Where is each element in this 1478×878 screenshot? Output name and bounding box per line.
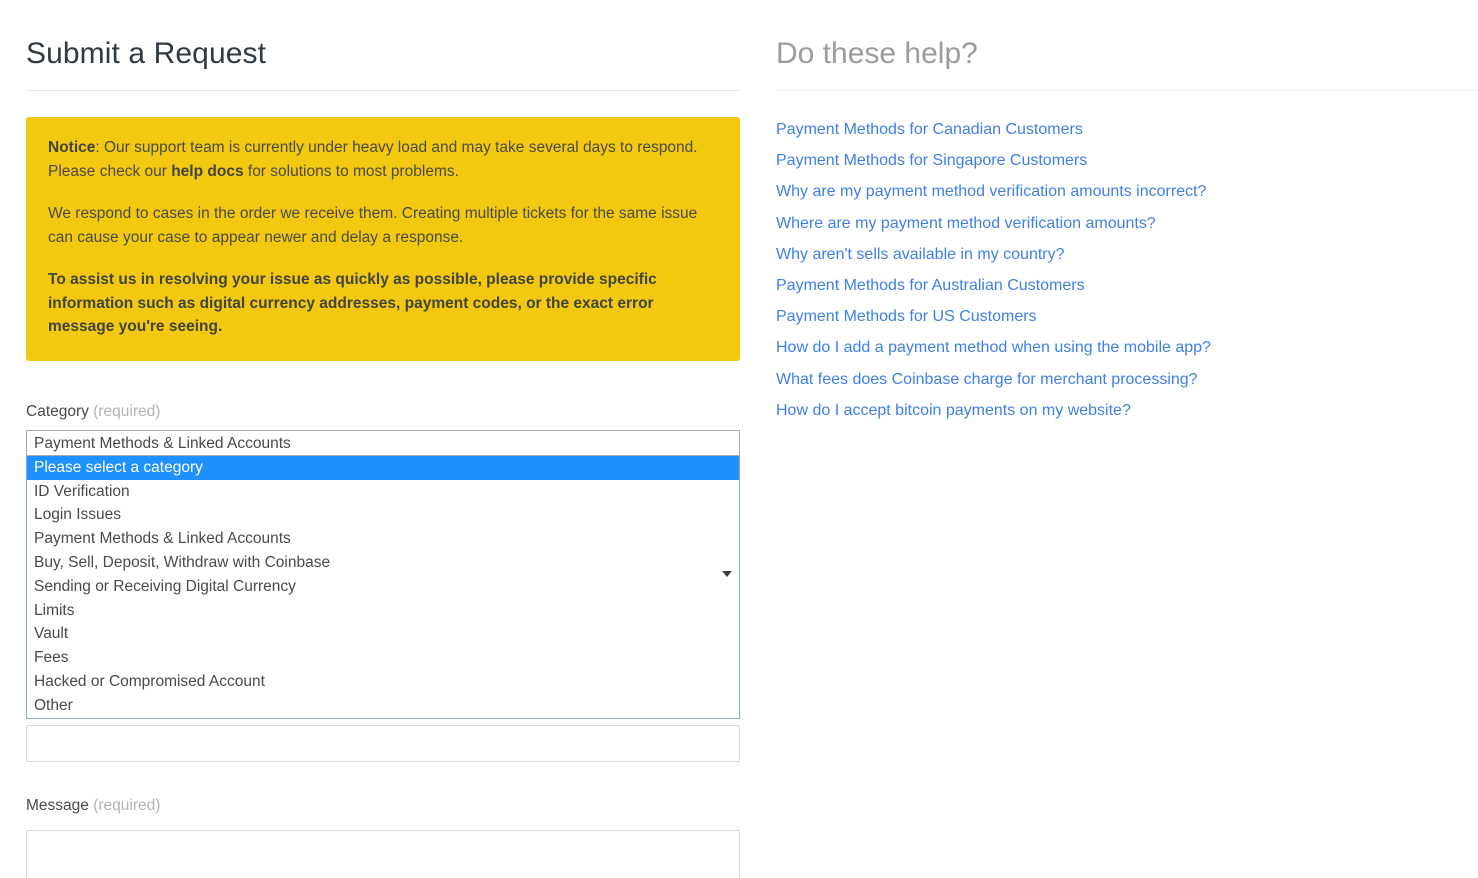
notice-paragraph-2: We respond to cases in the order we rece… (48, 205, 698, 246)
aside-title: Do these help? (776, 37, 978, 70)
message-label: Message (required) (26, 797, 740, 815)
notice-paragraph-3: To assist us in resolving your issue as … (48, 271, 657, 336)
help-article-link[interactable]: Payment Methods for Singapore Customers (776, 145, 1087, 176)
option-item[interactable]: Vault (27, 622, 739, 646)
list-item: Why are my payment method verification a… (776, 176, 1478, 207)
list-item: Payment Methods for US Customers (776, 301, 1478, 332)
help-article-link[interactable]: Where are my payment method verification… (776, 208, 1156, 239)
list-item: How do I accept bitcoin payments on my w… (776, 395, 1478, 426)
help-article-link[interactable]: How do I accept bitcoin payments on my w… (776, 395, 1131, 426)
list-item: Payment Methods for Singapore Customers (776, 145, 1478, 176)
option-item[interactable]: Hacked or Compromised Account (27, 670, 739, 694)
category-field: Category (required) Payment Methods & Li… (26, 403, 740, 762)
title-divider (26, 90, 740, 91)
list-item: Payment Methods for Australian Customers (776, 270, 1478, 301)
list-item: How do I add a payment method when using… (776, 332, 1478, 363)
message-label-text: Message (26, 796, 89, 814)
help-article-link[interactable]: Why are my payment method verification a… (776, 176, 1206, 207)
submit-request-page: Submit a Request Notice: Our support tea… (0, 0, 1478, 878)
message-field: Message (required) (26, 797, 740, 878)
help-suggestions-column: Do these help? Payment Methods for Canad… (776, 0, 1478, 426)
list-item: Why aren't sells available in my country… (776, 239, 1478, 270)
subject-input[interactable] (26, 724, 740, 762)
help-docs-link[interactable]: help docs (171, 163, 243, 180)
notice-text-1b: for solutions to most problems. (243, 162, 459, 180)
category-label: Category (required) (26, 403, 740, 421)
option-item[interactable]: Sending or Receiving Digital Currency (27, 575, 739, 599)
list-item: Payment Methods for Canadian Customers (776, 114, 1478, 145)
list-item: What fees does Coinbase charge for merch… (776, 364, 1478, 395)
help-article-link[interactable]: How do I add a payment method when using… (776, 332, 1211, 363)
help-article-link[interactable]: Why aren't sells available in my country… (776, 239, 1065, 270)
notice-banner: Notice: Our support team is currently un… (26, 117, 740, 361)
option-item[interactable]: Limits (27, 599, 739, 623)
option-item[interactable]: Fees (27, 646, 739, 670)
option-item[interactable]: Other (27, 694, 739, 718)
category-select[interactable]: Payment Methods & Linked Accounts (26, 429, 740, 456)
notice-label: Notice (48, 139, 96, 156)
page-title: Submit a Request (26, 37, 267, 70)
option-item[interactable]: Payment Methods & Linked Accounts (27, 527, 739, 551)
help-article-link[interactable]: Payment Methods for Canadian Customers (776, 114, 1083, 145)
option-item[interactable]: Buy, Sell, Deposit, Withdraw with Coinba… (27, 551, 739, 575)
notice-paragraph-1: Notice: Our support team is currently un… (48, 136, 718, 183)
request-form-column: Submit a Request Notice: Our support tea… (26, 0, 740, 878)
category-select-wrapper: Payment Methods & Linked Accounts Please… (26, 429, 740, 719)
help-article-link[interactable]: What fees does Coinbase charge for merch… (776, 364, 1198, 395)
category-required-hint: (required) (93, 402, 161, 420)
option-item[interactable]: ID Verification (27, 480, 739, 504)
help-article-link[interactable]: Payment Methods for US Customers (776, 301, 1037, 332)
option-item[interactable]: Login Issues (27, 503, 739, 527)
help-article-link[interactable]: Payment Methods for Australian Customers (776, 270, 1085, 301)
aside-divider (776, 90, 1478, 91)
message-required-hint: (required) (93, 796, 161, 814)
message-textarea[interactable] (26, 829, 740, 878)
category-label-text: Category (26, 402, 89, 420)
help-link-list: Payment Methods for Canadian Customers P… (776, 114, 1478, 426)
list-item: Where are my payment method verification… (776, 208, 1478, 239)
category-option-list[interactable]: Please select a category ID Verification… (26, 455, 740, 719)
option-item[interactable]: Please select a category (27, 455, 739, 480)
